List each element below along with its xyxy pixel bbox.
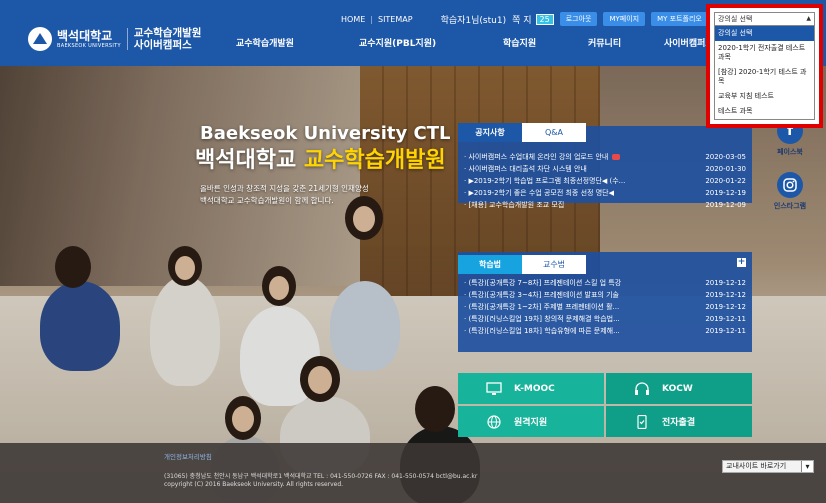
notice-date: 2020-01-22: [705, 177, 746, 185]
study-date: 2019-12-11: [705, 315, 746, 323]
more-plus-icon[interactable]: +: [737, 258, 746, 267]
instagram-icon: [777, 172, 803, 198]
study-row[interactable]: · (특강)[공개특강 1~2차] 주제별 프레젠테이션 활... 2019-12…: [464, 301, 746, 313]
study-row[interactable]: · (특강)[러닝스킬업 19차] 창의적 문제해결 학습법... 2019-12…: [464, 313, 746, 325]
study-date: 2019-12-11: [705, 327, 746, 335]
hero-title-univ: 백석대학교: [195, 148, 297, 173]
study-method-panel: 학습법 교수법 + · (특강)[공개특강 7~8차] 프레젠테이션 스킬 업 …: [458, 252, 752, 352]
sitemap-link[interactable]: SITEMAP: [378, 15, 413, 24]
home-link[interactable]: HOME: [341, 15, 365, 24]
hero-desc-line-1: 올바른 인성과 창조적 지성을 갖춘 21세기형 인재양성: [200, 184, 369, 193]
notice-row[interactable]: · ▶2019-2학기 좋은 수업 공모전 최종 선정 명단◀ 2019-12-1…: [464, 187, 746, 199]
study-date: 2019-12-12: [705, 291, 746, 299]
tab-qna[interactable]: Q&A: [522, 123, 586, 142]
kmooc-button[interactable]: K-MOOC: [458, 373, 604, 404]
study-row[interactable]: · (특강)[공개특강 3~4차] 프레젠테이션 발표의 기술 2019-12-1…: [464, 289, 746, 301]
notice-title: · ▶2019-2학기 좋은 수업 공모전 최종 선정 명단◀: [464, 189, 614, 197]
hero-title-center: 교수학습개발원: [303, 148, 446, 173]
tab-notice[interactable]: 공지사항: [458, 123, 522, 142]
study-title: · (특강)[공개특강 3~4차] 프레젠테이션 발표의 기술: [464, 291, 619, 299]
kmooc-label: K-MOOC: [514, 383, 555, 394]
chevron-down-icon: ▾: [801, 461, 813, 472]
quick-links: K-MOOC KOCW 원격지원 전자출결: [458, 373, 752, 437]
remote-support-label: 원격지원: [514, 418, 548, 428]
study-title: · (특강)[러닝스킬업 19차] 창의적 문제해결 학습법...: [464, 315, 620, 323]
hero-title-en: Baekseok University CTL: [200, 123, 451, 144]
notice-date: 2020-01-30: [705, 165, 746, 173]
monitor-icon: [486, 381, 502, 396]
nav-item-community[interactable]: 커뮤니티: [588, 36, 621, 49]
tab-teaching-method[interactable]: 교수법: [522, 255, 586, 274]
instagram-label: 인스타그램: [773, 202, 807, 210]
notice-tabs: 공지사항 Q&A: [458, 123, 586, 142]
footer-address: (31065) 충청남도 천안시 동남구 백석대학로1 백석대학교 TEL : …: [164, 473, 478, 480]
notice-title: · 사이버캠퍼스 대리출석 차단 시스템 안내: [464, 165, 587, 173]
privacy-policy-link[interactable]: 개인정보처리방침: [164, 451, 212, 461]
notice-title: · ▶2019-2학기 학습법 프로그램 최종선정명단◀ (수...: [464, 177, 626, 185]
utility-bar: HOME | SITEMAP 학습자1님(stu1) 쪽 지 25 로그아웃 M…: [341, 12, 708, 26]
notice-row[interactable]: · 사이버캠퍼스 수업대체 온라인 강의 업로드 안내 2020-03-05: [464, 151, 746, 163]
phone-check-icon: [634, 414, 650, 429]
classroom-options: 강의실 선택 2020-1학기 전자출결 테스트 과목 [참강] 2020-1학기 …: [714, 26, 815, 120]
classroom-option[interactable]: 2020-1학기 전자출결 테스트 과목: [715, 41, 814, 65]
nav-item-faculty-support[interactable]: 교수지원(PBL지원): [359, 36, 436, 49]
footer-copyright: copyright (C) 2016 Baekseok University. …: [164, 481, 344, 488]
kocw-label: KOCW: [662, 383, 693, 394]
classroom-select-header[interactable]: 강의실 선택 ▲: [714, 12, 815, 26]
notice-row[interactable]: · 사이버캠퍼스 대리출석 차단 시스템 안내 2020-01-30: [464, 163, 746, 175]
remote-support-button[interactable]: 원격지원: [458, 406, 604, 437]
notice-date: 2019-12-09: [705, 201, 746, 209]
facebook-label: 페이스북: [777, 148, 803, 156]
tab-learning-method[interactable]: 학습법: [458, 255, 522, 274]
hero-desc-line-2: 백석대학교 교수학습개발원이 함께 합니다.: [200, 196, 334, 205]
portfolio-button[interactable]: MY 포트폴리오: [651, 12, 708, 26]
study-date: 2019-12-12: [705, 303, 746, 311]
logout-button[interactable]: 로그아웃: [559, 12, 598, 26]
notice-date: 2020-03-05: [705, 153, 746, 161]
attendance-button[interactable]: 전자출결: [606, 406, 752, 437]
message-link[interactable]: 쪽 지: [512, 13, 531, 26]
nav-item-learning-support[interactable]: 학습지원: [503, 36, 536, 49]
headset-icon: [634, 381, 650, 396]
classroom-select[interactable]: 강의실 선택 ▲ 강의실 선택 2020-1학기 전자출결 테스트 과목 [참강] …: [706, 4, 823, 128]
nav-item-ctl[interactable]: 교수학습개발원: [236, 36, 294, 49]
hero-title-ko: 백석대학교 교수학습개발원: [195, 142, 446, 174]
study-title: · (특강)[공개특강 1~2차] 주제별 프레젠테이션 활...: [464, 303, 620, 311]
site-header: 백석대학교 BAEKSEOK UNIVERSITY 교수학습개발원 사이버캠퍼스…: [0, 0, 826, 66]
notice-date: 2019-12-19: [705, 189, 746, 197]
classroom-option[interactable]: 교육부 지침 테스트: [715, 89, 814, 104]
notice-row[interactable]: · [채용] 교수학습개발원 조교 모집 2019-12-09: [464, 199, 746, 211]
main-navigation: 교수학습개발원 교수지원(PBL지원) 학습지원 커뮤니티 사이버캠퍼스: [0, 36, 826, 50]
study-title: · (특강)[공개특강 7~8차] 프레젠테이션 스킬 업 특강: [464, 279, 622, 287]
globe-icon: [486, 414, 502, 429]
attendance-label: 전자출결: [662, 418, 696, 428]
site-footer: 개인정보처리방침 (31065) 충청남도 천안시 동남구 백석대학로1 백석대…: [0, 443, 826, 503]
study-row[interactable]: · (특강)[공개특강 7~8차] 프레젠테이션 스킬 업 특강 2019-12-…: [464, 277, 746, 289]
study-date: 2019-12-12: [705, 279, 746, 287]
hero-description: 올바른 인성과 창조적 지성을 갖춘 21세기형 인재양성 백석대학교 교수학습…: [200, 183, 369, 207]
family-site-select[interactable]: 교내사이트 바로가기 ▾: [722, 460, 814, 473]
classroom-select-value: 강의실 선택: [718, 15, 753, 23]
study-title: · (특강)[러닝스킬업 18차] 학습유형에 따른 문제해...: [464, 327, 620, 335]
util-separator: |: [370, 14, 373, 24]
classroom-option[interactable]: 테스트 과목: [715, 104, 814, 119]
mypage-button[interactable]: MY페이지: [603, 12, 646, 26]
message-count-badge[interactable]: 25: [535, 13, 554, 25]
notice-panel: 공지사항 Q&A · 사이버캠퍼스 수업대체 온라인 강의 업로드 안내 2020…: [458, 123, 752, 209]
caret-up-icon: ▲: [806, 15, 811, 22]
classroom-option[interactable]: 강의실 선택: [715, 26, 814, 41]
notice-list: · 사이버캠퍼스 수업대체 온라인 강의 업로드 안내 2020-03-05 · 사…: [464, 151, 746, 211]
study-row[interactable]: · (특강)[러닝스킬업 18차] 학습유형에 따른 문제해... 2019-12…: [464, 325, 746, 337]
notice-title: · 사이버캠퍼스 수업대체 온라인 강의 업로드 안내: [464, 151, 621, 163]
kocw-button[interactable]: KOCW: [606, 373, 752, 404]
study-tabs: 학습법 교수법: [458, 255, 586, 274]
notice-title: · [채용] 교수학습개발원 조교 모집: [464, 201, 565, 209]
new-badge-icon: [612, 154, 621, 160]
notice-row[interactable]: · ▶2019-2학기 학습법 프로그램 최종선정명단◀ (수... 2020-0…: [464, 175, 746, 187]
study-list: · (특강)[공개특강 7~8차] 프레젠테이션 스킬 업 특강 2019-12-…: [464, 277, 746, 337]
family-site-label: 교내사이트 바로가기: [726, 462, 787, 470]
user-name: 학습자1님(stu1): [440, 15, 507, 26]
classroom-option[interactable]: [참강] 2020-1학기 테스트 과목: [715, 65, 814, 89]
instagram-link[interactable]: 인스타그램: [767, 172, 813, 211]
